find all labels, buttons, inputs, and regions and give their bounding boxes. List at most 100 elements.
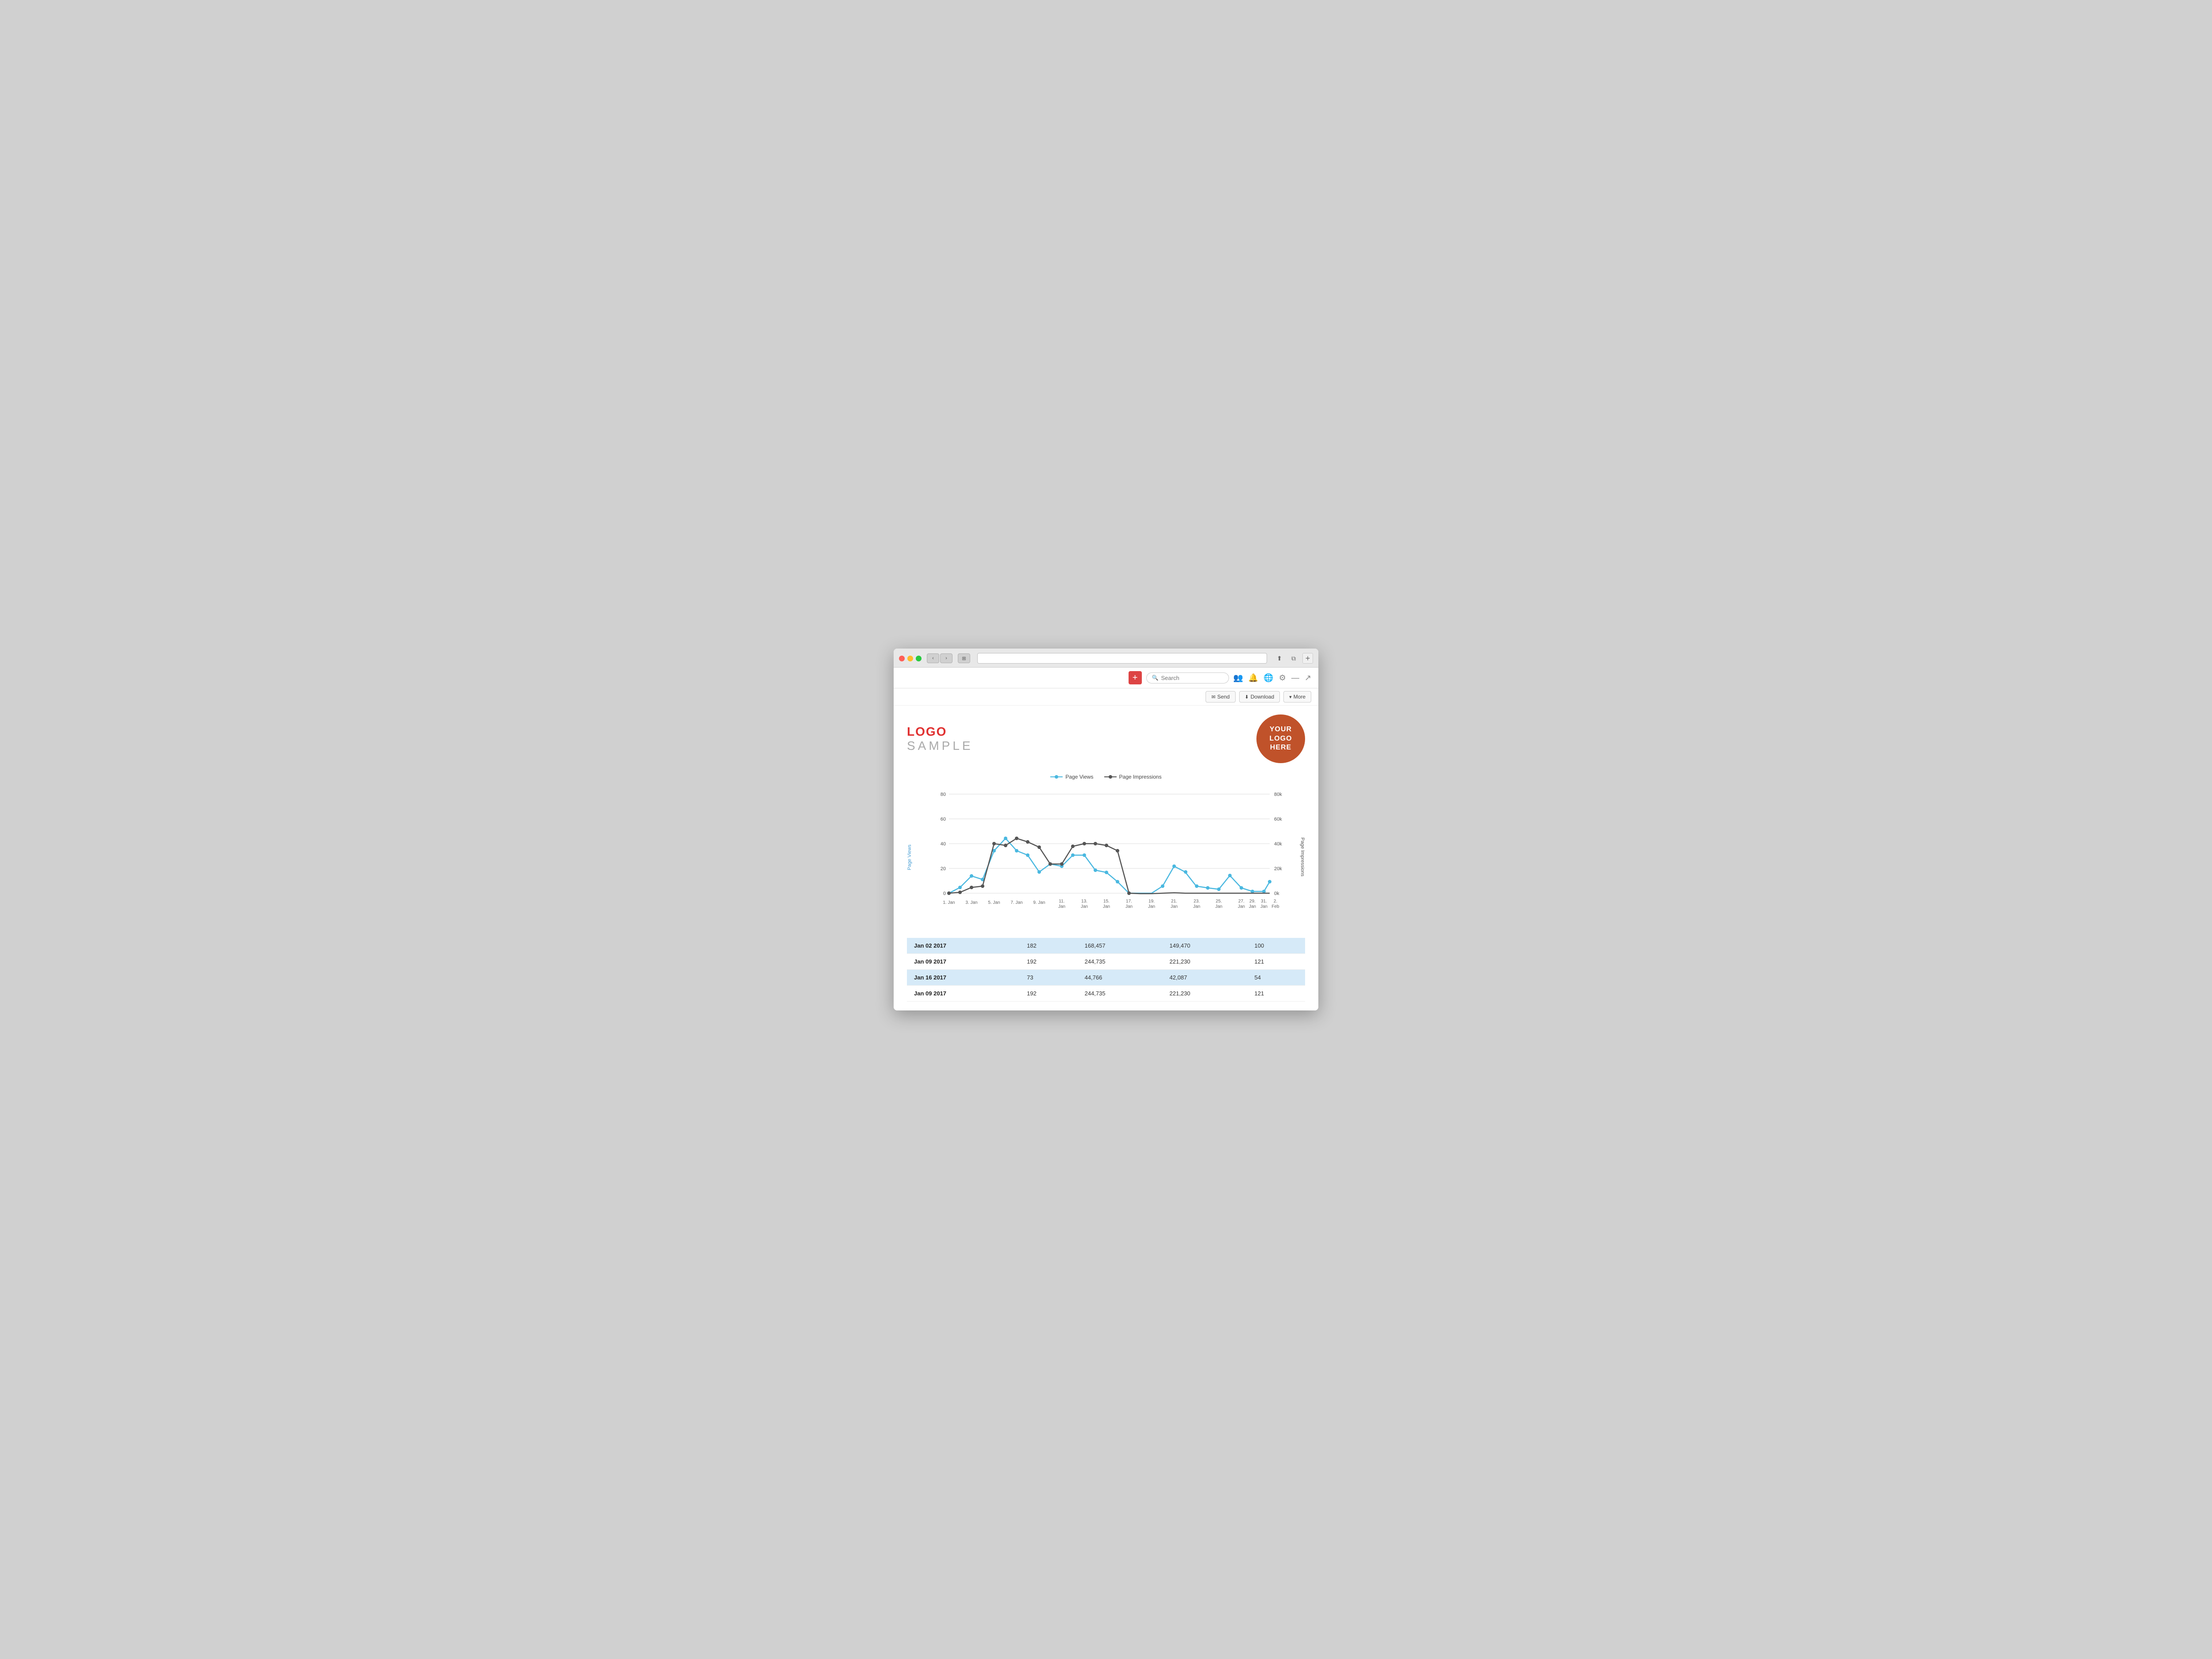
svg-text:Jan: Jan bbox=[1249, 904, 1256, 909]
table-row: Jan 02 2017182168,457149,470100 bbox=[907, 938, 1305, 954]
toolbar-icons: 👥 🔔 🌐 ⚙ — ↗ bbox=[1233, 673, 1312, 683]
table-cell-value: 182 bbox=[1020, 938, 1077, 954]
svg-text:27.: 27. bbox=[1238, 899, 1244, 904]
search-input[interactable] bbox=[1161, 675, 1223, 681]
logo-top-text: LOGO bbox=[907, 725, 973, 739]
more-label: More bbox=[1294, 694, 1306, 700]
legend-page-impressions: Page Impressions bbox=[1104, 774, 1162, 780]
table-cell-value: 192 bbox=[1020, 986, 1077, 1002]
svg-text:Jan: Jan bbox=[1081, 904, 1088, 909]
svg-text:20k: 20k bbox=[1274, 866, 1282, 872]
logo-circle: YOUR LOGO HERE bbox=[1256, 714, 1305, 763]
window-layout-button[interactable]: ⊞ bbox=[958, 653, 970, 663]
y-axis-left-label: Page Views bbox=[907, 845, 912, 870]
send-button[interactable]: ✉ Send bbox=[1206, 691, 1235, 703]
browser-window: ‹ › ⊞ ⬆ ⧉ + + 🔍 👥 🔔 🌐 ⚙ — ↗ bbox=[894, 649, 1318, 1010]
users-icon[interactable]: 👥 bbox=[1233, 673, 1243, 683]
more-button[interactable]: ▾ More bbox=[1283, 691, 1311, 703]
logo-bottom-text: SAMPLE bbox=[907, 739, 973, 753]
pv-dot bbox=[1217, 887, 1221, 891]
new-tab-button[interactable]: + bbox=[1302, 653, 1313, 664]
svg-text:19.: 19. bbox=[1148, 899, 1155, 904]
traffic-light-close[interactable] bbox=[899, 656, 905, 661]
external-link-icon[interactable]: ↗ bbox=[1305, 673, 1311, 683]
forward-button[interactable]: › bbox=[940, 653, 952, 663]
legend-page-impressions-line-icon bbox=[1104, 774, 1117, 780]
logo-text-area: LOGO SAMPLE bbox=[907, 725, 973, 753]
main-content: LOGO SAMPLE YOUR LOGO HERE Page Views bbox=[894, 706, 1318, 1010]
imp-dot bbox=[1026, 840, 1029, 844]
svg-text:40k: 40k bbox=[1274, 841, 1282, 847]
pv-dot bbox=[1195, 884, 1198, 888]
send-icon: ✉ bbox=[1211, 694, 1215, 700]
imp-dot bbox=[992, 842, 996, 845]
svg-text:7. Jan: 7. Jan bbox=[1010, 900, 1022, 905]
pv-dot bbox=[1161, 884, 1164, 888]
imp-dot bbox=[1094, 842, 1097, 845]
imp-dot bbox=[1116, 849, 1119, 853]
table-cell-date: Jan 09 2017 bbox=[907, 954, 1020, 970]
minimize-icon[interactable]: — bbox=[1291, 673, 1299, 683]
table-cell-date: Jan 02 2017 bbox=[907, 938, 1020, 954]
download-button[interactable]: ⬇ Download bbox=[1239, 691, 1280, 703]
svg-text:23.: 23. bbox=[1194, 899, 1200, 904]
chart-area: Page Views 0 20 40 60 80 bbox=[907, 785, 1305, 929]
svg-text:15.: 15. bbox=[1103, 899, 1110, 904]
svg-text:Jan: Jan bbox=[1193, 904, 1200, 909]
imp-dot bbox=[1127, 891, 1131, 895]
table-cell-value: 168,457 bbox=[1078, 938, 1163, 954]
browser-actions: ⬆ ⧉ + bbox=[1274, 653, 1313, 664]
svg-text:80k: 80k bbox=[1274, 792, 1282, 797]
svg-text:11.: 11. bbox=[1059, 899, 1064, 904]
pv-dot bbox=[1015, 849, 1018, 853]
pv-dot bbox=[1026, 853, 1029, 857]
pv-dot bbox=[1094, 868, 1097, 872]
settings-icon[interactable]: ⚙ bbox=[1279, 673, 1286, 683]
app-toolbar: + 🔍 👥 🔔 🌐 ⚙ — ↗ bbox=[894, 668, 1318, 688]
table-cell-date: Jan 09 2017 bbox=[907, 986, 1020, 1002]
globe-icon[interactable]: 🌐 bbox=[1263, 673, 1273, 683]
table-cell-value: 121 bbox=[1247, 986, 1305, 1002]
table-row: Jan 09 2017192244,735221,230121 bbox=[907, 986, 1305, 1002]
traffic-lights bbox=[899, 656, 922, 661]
data-table: Jan 02 2017182168,457149,470100Jan 09 20… bbox=[907, 938, 1305, 1002]
pv-dot bbox=[1071, 853, 1075, 857]
imp-dot bbox=[958, 891, 962, 894]
notification-icon[interactable]: 🔔 bbox=[1248, 673, 1258, 683]
svg-text:25.: 25. bbox=[1216, 899, 1222, 904]
download-label: Download bbox=[1251, 694, 1274, 700]
svg-text:0: 0 bbox=[943, 891, 946, 896]
legend-page-views-line-icon bbox=[1050, 774, 1063, 780]
svg-text:Feb: Feb bbox=[1271, 904, 1279, 909]
download-icon: ⬇ bbox=[1245, 694, 1249, 700]
svg-text:Jan: Jan bbox=[1148, 904, 1155, 909]
duplicate-icon[interactable]: ⧉ bbox=[1288, 653, 1299, 664]
add-button[interactable]: + bbox=[1129, 671, 1142, 684]
share-icon[interactable]: ⬆ bbox=[1274, 653, 1285, 664]
imp-dot bbox=[1071, 845, 1075, 848]
svg-text:3. Jan: 3. Jan bbox=[965, 900, 977, 905]
svg-text:13.: 13. bbox=[1081, 899, 1087, 904]
back-button[interactable]: ‹ bbox=[927, 653, 939, 663]
chart-inner: 0 20 40 60 80 0k 20k 40k 60k 80k bbox=[916, 785, 1296, 929]
address-bar[interactable] bbox=[977, 653, 1267, 664]
pv-dot bbox=[1228, 874, 1232, 877]
svg-text:21.: 21. bbox=[1171, 899, 1177, 904]
imp-dot bbox=[1015, 837, 1018, 840]
traffic-light-fullscreen[interactable] bbox=[916, 656, 922, 661]
imp-dot bbox=[1037, 845, 1041, 849]
traffic-light-minimize[interactable] bbox=[907, 656, 913, 661]
svg-text:40: 40 bbox=[941, 841, 946, 847]
pv-dot bbox=[1105, 871, 1108, 874]
table-cell-value: 100 bbox=[1247, 938, 1305, 954]
table-cell-value: 192 bbox=[1020, 954, 1077, 970]
svg-text:Jan: Jan bbox=[1260, 904, 1267, 909]
table-cell-value: 244,735 bbox=[1078, 954, 1163, 970]
search-box[interactable]: 🔍 bbox=[1146, 672, 1229, 684]
imp-dot bbox=[1048, 862, 1052, 866]
pv-dot bbox=[1184, 870, 1187, 874]
y-axis-right-label: Page Impressions bbox=[1300, 837, 1305, 876]
legend-page-impressions-label: Page Impressions bbox=[1119, 774, 1162, 780]
chart-svg-wrapper: Page Views 0 20 40 60 80 bbox=[907, 785, 1305, 929]
chart-legend: Page Views Page Impressions bbox=[907, 774, 1305, 780]
